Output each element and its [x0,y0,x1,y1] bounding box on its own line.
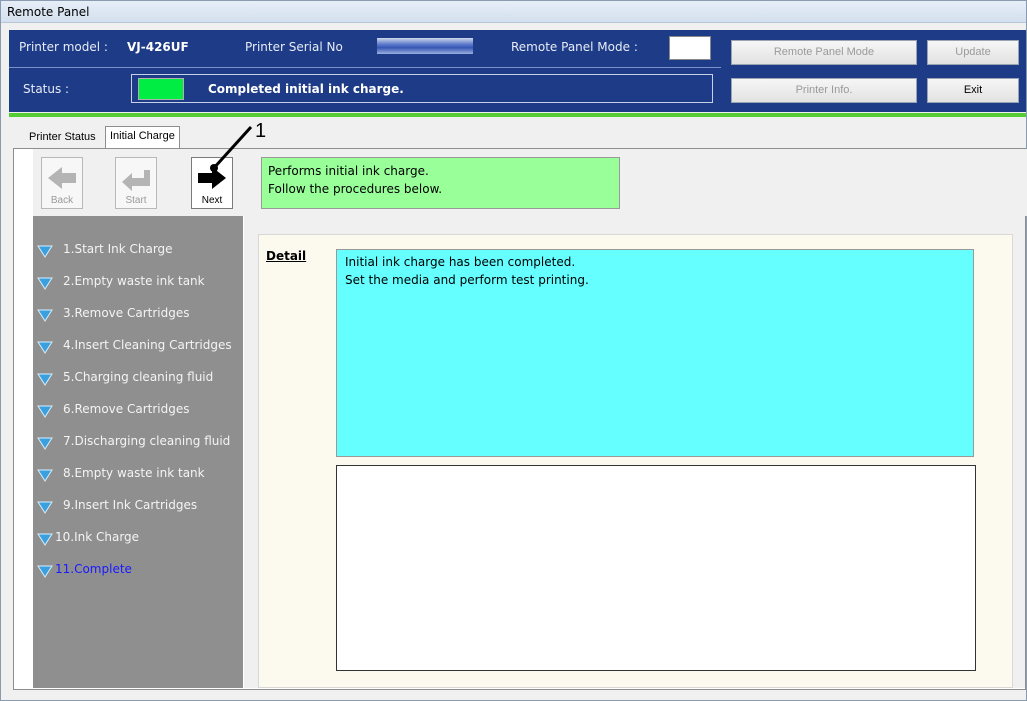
remote-panel-window: Remote Panel Printer model : VJ-426UF Pr… [0,0,1027,701]
step-label-current: 11.Complete [55,562,132,576]
header-accent-strip [9,113,1026,117]
step-item: 4.Insert Cleaning Cartridges [33,336,243,356]
step-label: 5.Charging cleaning fluid [63,370,214,384]
next-label: Next [201,195,223,206]
step-label: 3.Remove Cartridges [63,306,190,320]
status-box: Completed initial ink charge. [131,74,713,103]
window-title: Remote Panel [7,5,90,19]
step-label: 2.Empty waste ink tank [63,274,205,288]
return-arrow-icon [122,170,150,191]
start-label: Start [125,195,147,206]
update-button[interactable]: Update [927,40,1019,65]
step-item-current: 11.Complete [33,560,243,580]
header-panel: Printer model : VJ-426UF Printer Serial … [9,30,1026,112]
step-item: 2.Empty waste ink tank [33,272,243,292]
detail-line-1: Initial ink charge has been completed. [345,255,576,269]
tab-initial-charge[interactable]: Initial Charge [105,126,180,148]
instruction-line-2: Follow the procedures below. [268,182,443,196]
callout-number: 1 [255,120,267,142]
step-triangle-icon [37,469,53,482]
printer-model-value: VJ-426UF [127,40,189,54]
tab-printer-status[interactable]: Printer Status [25,128,100,148]
status-indicator [138,78,184,100]
printer-serial-label: Printer Serial No [245,40,343,54]
instruction-line-1: Performs initial ink charge. [268,164,429,178]
step-item: 9.Insert Ink Cartridges [33,496,243,516]
step-item: 3.Remove Cartridges [33,304,243,324]
status-label: Status : [23,82,70,96]
exit-button[interactable]: Exit [927,78,1019,103]
step-triangle-icon [37,245,53,258]
wizard-toolbar: Back Start Next Performs initial ink cha… [33,149,1027,216]
step-item: 8.Empty waste ink tank [33,464,243,484]
printer-model-label: Printer model : [19,40,108,54]
remote-panel-mode-button[interactable]: Remote Panel Mode [731,40,917,65]
title-bar: Remote Panel [1,1,1026,23]
back-label: Back [50,195,74,206]
detail-label: Detail [266,249,307,263]
step-item: 1.Start Ink Charge [33,240,243,260]
detail-line-2: Set the media and perform test printing. [345,273,589,287]
detail-pane: Detail Initial ink charge has been compl… [244,216,1025,688]
step-label: 6.Remove Cartridges [63,402,190,416]
step-item: 5.Charging cleaning fluid [33,368,243,388]
detail-text-box: Initial ink charge has been completed. S… [336,249,974,457]
step-label: 4.Insert Cleaning Cartridges [63,338,232,352]
step-triangle-icon [37,437,53,450]
remote-panel-mode-label: Remote Panel Mode : [511,40,638,54]
back-arrow-icon [48,167,76,189]
step-label: 7.Discharging cleaning fluid [63,434,231,448]
step-triangle-icon [37,309,53,322]
step-triangle-icon [37,277,53,290]
step-triangle-icon [37,341,53,354]
step-label: 10.Ink Charge [55,530,140,544]
step-triangle-icon [37,405,53,418]
step-item: 6.Remove Cartridges [33,400,243,420]
step-triangle-icon [37,565,53,578]
printer-info-button[interactable]: Printer Info. [731,78,917,103]
start-button[interactable]: Start [115,157,157,209]
header-divider [9,67,721,68]
status-text: Completed initial ink charge. [208,82,404,96]
step-list: 1.Start Ink Charge 2.Empty waste ink tan… [33,216,243,688]
detail-area: Detail Initial ink charge has been compl… [258,234,1013,688]
step-label: 8.Empty waste ink tank [63,466,205,480]
step-triangle-icon [37,501,53,514]
instruction-message: Performs initial ink charge. Follow the … [261,157,620,209]
step-label: 9.Insert Ink Cartridges [63,498,198,512]
step-item: 10.Ink Charge [33,528,243,548]
initial-charge-panel: Back Start Next Performs initial ink cha… [13,148,1027,690]
serial-number-mask [377,38,473,54]
step-triangle-icon [37,533,53,546]
back-button[interactable]: Back [41,157,83,209]
callout-leader-icon [210,125,253,172]
step-label: 1.Start Ink Charge [63,242,173,256]
step-item: 7.Discharging cleaning fluid [33,432,243,452]
remote-panel-mode-indicator [669,36,711,60]
step-triangle-icon [37,373,53,386]
detail-image-area [336,465,976,671]
